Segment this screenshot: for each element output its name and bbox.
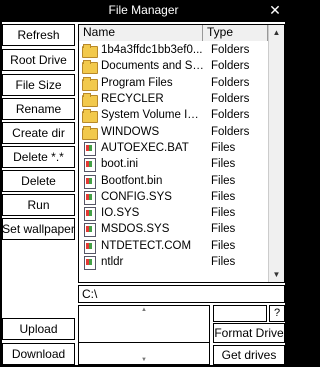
column-header-type[interactable]: Type [203, 25, 268, 41]
list-item[interactable]: Bootfont.bin Files [79, 172, 268, 189]
list-item[interactable]: IO.SYS Files [79, 205, 268, 222]
file-size-button[interactable]: File Size [2, 74, 75, 96]
close-icon[interactable]: ✕ [267, 0, 283, 21]
file-list[interactable]: Name Type 1b4a3ffdc1bb3ef0... Folders Docu… [78, 24, 285, 283]
list-item[interactable]: boot.ini Files [79, 156, 268, 173]
list-item[interactable]: NTDETECT.COM Files [79, 238, 268, 254]
file-icon [82, 190, 97, 205]
file-icon [82, 256, 97, 270]
file-list-header: Name Type [79, 25, 268, 41]
folder-icon [82, 93, 98, 108]
file-type: Folders [211, 76, 250, 89]
file-name: NTDETECT.COM [101, 239, 192, 252]
file-icon [82, 207, 97, 222]
file-name: Documents and Se... [101, 60, 205, 73]
refresh-button[interactable]: Refresh [2, 24, 75, 46]
rename-button[interactable]: Rename [2, 98, 75, 120]
pane-scroll-up-icon[interactable]: ▲ [79, 306, 209, 314]
pane-divider [79, 342, 209, 343]
file-type: Folders [211, 93, 250, 106]
vertical-scrollbar[interactable]: ▲ ▼ [268, 25, 284, 282]
file-icon [82, 174, 97, 189]
upload-button[interactable]: Upload [2, 318, 75, 340]
list-item[interactable]: RECYCLER Folders [79, 91, 268, 108]
file-name: 1b4a3ffdc1bb3ef0... [101, 44, 203, 57]
window-title: File Manager [108, 3, 179, 17]
file-rows: 1b4a3ffdc1bb3ef0... Folders Documents and … [79, 42, 268, 270]
delete-all-button[interactable]: Delete *.* [2, 146, 75, 168]
file-type: Folders [211, 44, 250, 57]
set-wallpaper-button[interactable]: Set wallpaper [2, 218, 75, 240]
file-type: Files [211, 158, 236, 171]
file-type: Folders [211, 60, 250, 73]
list-item[interactable]: System Volume Inf... Folders [79, 107, 268, 124]
scroll-down-icon[interactable]: ▼ [269, 267, 284, 282]
file-type: Files [211, 174, 236, 187]
file-manager-window: File Manager ✕ Refresh Root Drive File S… [0, 0, 287, 367]
file-name: System Volume Inf... [101, 109, 205, 122]
file-name: boot.ini [101, 158, 139, 171]
path-field[interactable]: C:\ [78, 285, 285, 303]
file-type: Files [211, 239, 236, 252]
column-header-name[interactable]: Name [79, 25, 203, 41]
folder-icon [82, 60, 98, 75]
file-type: Files [211, 190, 236, 203]
file-icon [82, 223, 97, 238]
local-file-pane[interactable]: ▲ ▼ [78, 305, 210, 365]
get-drives-button[interactable]: Get drives [213, 345, 285, 365]
folder-icon [82, 125, 98, 140]
list-item[interactable]: CONFIG.SYS Files [79, 189, 268, 205]
download-button[interactable]: Download [2, 343, 75, 365]
file-name: Bootfont.bin [101, 174, 163, 187]
list-item[interactable]: ntldr Files [79, 254, 268, 270]
list-item[interactable]: WINDOWS Folders [79, 123, 268, 140]
list-item[interactable]: AUTOEXEC.BAT Files [79, 140, 268, 156]
file-name: RECYCLER [101, 93, 164, 106]
file-type: Folders [211, 109, 250, 122]
list-item[interactable]: 1b4a3ffdc1bb3ef0... Folders [79, 42, 268, 59]
file-name: WINDOWS [101, 125, 160, 138]
file-type: Files [211, 207, 236, 220]
window-body: Refresh Root Drive File Size Rename Crea… [2, 22, 285, 365]
file-type: Files [211, 141, 236, 154]
drive-input[interactable] [213, 305, 267, 322]
list-item[interactable]: Program Files Folders [79, 75, 268, 91]
file-name: IO.SYS [101, 207, 140, 220]
file-type: Files [211, 256, 236, 268]
run-button[interactable]: Run [2, 194, 75, 216]
pane-scroll-down-icon[interactable]: ▼ [79, 356, 209, 364]
delete-button[interactable]: Delete [2, 170, 75, 192]
file-icon [82, 158, 97, 173]
file-type: Folders [211, 125, 250, 138]
scroll-up-icon[interactable]: ▲ [269, 25, 284, 40]
file-type: Files [211, 223, 236, 236]
list-item[interactable]: Documents and Se... Folders [79, 58, 268, 75]
title-bar: File Manager ✕ [0, 0, 287, 21]
folder-icon [82, 109, 98, 124]
file-name: CONFIG.SYS [101, 190, 172, 203]
file-icon [82, 141, 97, 156]
file-name: AUTOEXEC.BAT [101, 141, 189, 154]
folder-icon [82, 44, 98, 59]
file-name: Program Files [101, 76, 173, 89]
file-name: MSDOS.SYS [101, 223, 170, 236]
file-name: ntldr [101, 256, 124, 268]
create-dir-button[interactable]: Create dir [2, 122, 75, 144]
folder-icon [82, 76, 98, 91]
file-icon [82, 239, 97, 254]
help-button[interactable]: ? [269, 305, 285, 322]
format-drive-button[interactable]: Format Drive [213, 323, 285, 343]
list-item[interactable]: MSDOS.SYS Files [79, 221, 268, 238]
root-drive-button[interactable]: Root Drive [2, 49, 75, 71]
